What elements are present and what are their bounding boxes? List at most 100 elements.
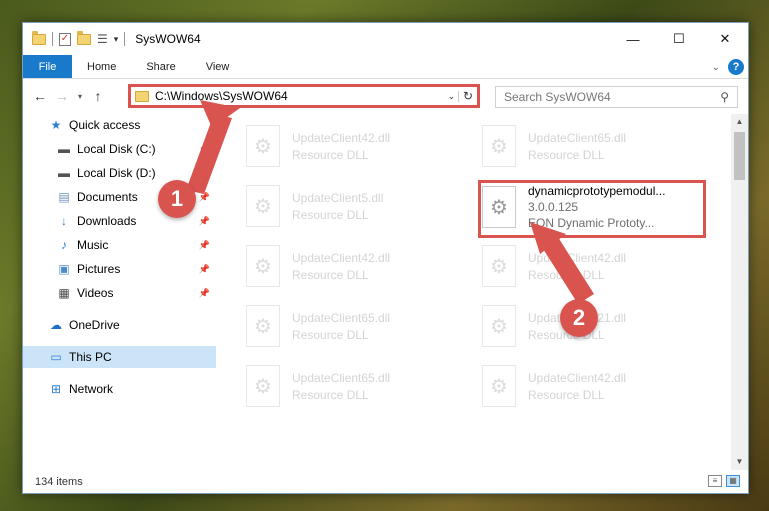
file-type: Resource DLL <box>292 207 369 222</box>
folder-icon <box>32 30 46 45</box>
sidebar-item-this-pc[interactable]: ▭ This PC <box>23 346 216 368</box>
sidebar-item-local-disk-c[interactable]: ▬ Local Disk (C:) 📌 <box>23 138 216 160</box>
file-item[interactable]: ⚙ UpdateClient42.dll Resource DLL <box>242 118 462 174</box>
properties-check-icon[interactable]: ✓ <box>59 32 71 46</box>
up-arrow-icon[interactable]: ↑ <box>87 88 109 104</box>
expand-ribbon-icon[interactable]: ⌄ <box>712 62 720 73</box>
tab-share[interactable]: Share <box>131 55 190 78</box>
dll-file-icon: ⚙ <box>482 305 516 347</box>
folder-icon <box>135 90 149 102</box>
file-type: Resource DLL <box>292 267 369 282</box>
customize-icon[interactable]: ☰ <box>97 32 108 46</box>
new-folder-icon[interactable] <box>77 30 91 45</box>
file-item[interactable]: ⚙ UpdateClient42.dll Resource DLL <box>478 238 698 294</box>
star-icon: ★ <box>50 118 62 132</box>
refresh-icon[interactable]: ↻ <box>459 89 477 103</box>
file-type: Resource DLL <box>292 327 369 342</box>
details-view-icon[interactable]: ≡ <box>708 475 722 487</box>
file-item[interactable]: ⚙ UpdateClient42.dll Resource DLL <box>478 358 698 414</box>
sidebar-item-label: Quick access <box>69 118 141 132</box>
content-area: ★ Quick access ▬ Local Disk (C:) 📌 ▬ Loc… <box>23 114 748 470</box>
step-2-badge: 2 <box>560 299 598 337</box>
search-placeholder: Search SysWOW64 <box>504 90 611 104</box>
ribbon-tabs: File Home Share View ⌄ ? <box>23 55 748 79</box>
pin-icon[interactable]: 📌 <box>199 216 210 227</box>
help-icon[interactable]: ? <box>728 59 744 75</box>
music-icon: ♪ <box>61 238 67 252</box>
scroll-up-icon[interactable]: ▲ <box>731 114 748 130</box>
file-type: Resource DLL <box>528 147 605 162</box>
file-name: UpdateClient5.dll <box>292 190 384 205</box>
file-name: UpdateClient65.dll <box>292 310 391 325</box>
view-toggle: ≡ ▦ <box>708 475 740 487</box>
address-dropdown-icon[interactable]: ⌄ <box>445 90 459 102</box>
recent-locations-icon[interactable]: ▾ <box>73 92 87 101</box>
ribbon-right-controls: ⌄ ? <box>712 59 744 75</box>
tab-file[interactable]: File <box>23 55 72 78</box>
pin-icon[interactable]: 📌 <box>199 288 210 299</box>
file-item[interactable]: ⚙ UpdateClient65.dll Resource DLL <box>242 298 462 354</box>
search-icon[interactable]: ⚲ <box>720 90 729 104</box>
pin-icon[interactable]: 📌 <box>199 168 210 179</box>
file-list: ⚙ UpdateClient42.dll Resource DLL ⚙ Upda… <box>216 114 748 470</box>
drive-icon: ▬ <box>58 166 70 180</box>
forward-arrow-icon[interactable]: → <box>51 88 73 104</box>
navigation-pane: ★ Quick access ▬ Local Disk (C:) 📌 ▬ Loc… <box>23 114 216 470</box>
toolbar-dropdown-icon[interactable]: ▾ <box>114 34 119 45</box>
file-type: Resource DLL <box>528 267 605 282</box>
sidebar-item-label: OneDrive <box>69 318 120 332</box>
divider <box>52 32 53 46</box>
sidebar-item-local-disk-d[interactable]: ▬ Local Disk (D:) 📌 <box>23 162 216 184</box>
sidebar-item-label: Downloads <box>77 214 137 228</box>
sidebar-item-label: Network <box>69 382 114 396</box>
file-item[interactable]: ⚙ UpdateClient65.dll Resource DLL <box>242 358 462 414</box>
sidebar-item-quick-access[interactable]: ★ Quick access <box>23 114 216 136</box>
scrollbar-thumb[interactable] <box>734 132 745 180</box>
dll-file-icon: ⚙ <box>246 305 280 347</box>
sidebar-item-onedrive[interactable]: ☁ OneDrive <box>23 314 216 336</box>
tab-view[interactable]: View <box>191 55 245 78</box>
tiles-view-icon[interactable]: ▦ <box>726 475 740 487</box>
sidebar-item-music[interactable]: ♪ Music 📌 <box>23 234 216 256</box>
sidebar-item-pictures[interactable]: ▣ Pictures 📌 <box>23 258 216 280</box>
explorer-window: ✓ ☰ ▾ SysWOW64 — ☐ ✕ File Home Share Vie… <box>22 22 749 494</box>
maximize-button[interactable]: ☐ <box>656 23 702 55</box>
highlight-box <box>478 180 706 238</box>
divider <box>124 32 126 46</box>
pin-icon[interactable]: 📌 <box>199 264 210 275</box>
status-bar: 134 items ≡ ▦ <box>23 470 748 493</box>
dll-file-icon: ⚙ <box>246 365 280 407</box>
search-input[interactable]: Search SysWOW64 ⚲ <box>495 86 738 108</box>
file-name: UpdateClient42.dll <box>528 370 627 385</box>
pin-icon[interactable]: 📌 <box>199 240 210 251</box>
minimize-button[interactable]: — <box>610 23 656 55</box>
file-name: UpdateClient65.dll <box>292 370 391 385</box>
close-button[interactable]: ✕ <box>702 23 748 55</box>
documents-icon: ▤ <box>58 190 70 204</box>
file-item[interactable]: ⚙ UpdateClient65.dll Resource DLL <box>478 118 698 174</box>
address-bar[interactable]: C:\Windows\SysWOW64 ⌄ ↻ <box>128 84 480 108</box>
sidebar-item-label: Music <box>77 238 109 252</box>
file-item[interactable]: ⚙ UpdateClient42.dll Resource DLL <box>242 238 462 294</box>
window-controls: — ☐ ✕ <box>610 23 748 55</box>
dll-file-icon: ⚙ <box>482 365 516 407</box>
file-type: Resource DLL <box>528 387 605 402</box>
scroll-down-icon[interactable]: ▼ <box>731 454 748 470</box>
file-name: UpdateClient42.dll <box>528 250 627 265</box>
tab-home[interactable]: Home <box>72 55 131 78</box>
sidebar-item-label: Pictures <box>77 262 121 276</box>
back-arrow-icon[interactable]: ← <box>29 88 51 104</box>
vertical-scrollbar[interactable]: ▲ ▼ <box>731 114 748 470</box>
cloud-icon: ☁ <box>50 318 62 332</box>
sidebar-item-network[interactable]: ⊞ Network <box>23 378 216 400</box>
videos-icon: ▦ <box>58 286 70 300</box>
file-name: UpdateClient42.dll <box>292 130 391 145</box>
file-item[interactable]: ⚙ UpdateClient5.dll Resource DLL <box>242 178 462 234</box>
sidebar-item-videos[interactable]: ▦ Videos 📌 <box>23 282 216 304</box>
address-path[interactable]: C:\Windows\SysWOW64 <box>155 89 445 103</box>
dll-file-icon: ⚙ <box>482 125 516 167</box>
sidebar-item-label: Local Disk (C:) <box>77 142 156 156</box>
pin-icon[interactable]: 📌 <box>199 192 210 203</box>
pin-icon[interactable]: 📌 <box>199 144 210 155</box>
sidebar-item-label: This PC <box>69 350 112 364</box>
